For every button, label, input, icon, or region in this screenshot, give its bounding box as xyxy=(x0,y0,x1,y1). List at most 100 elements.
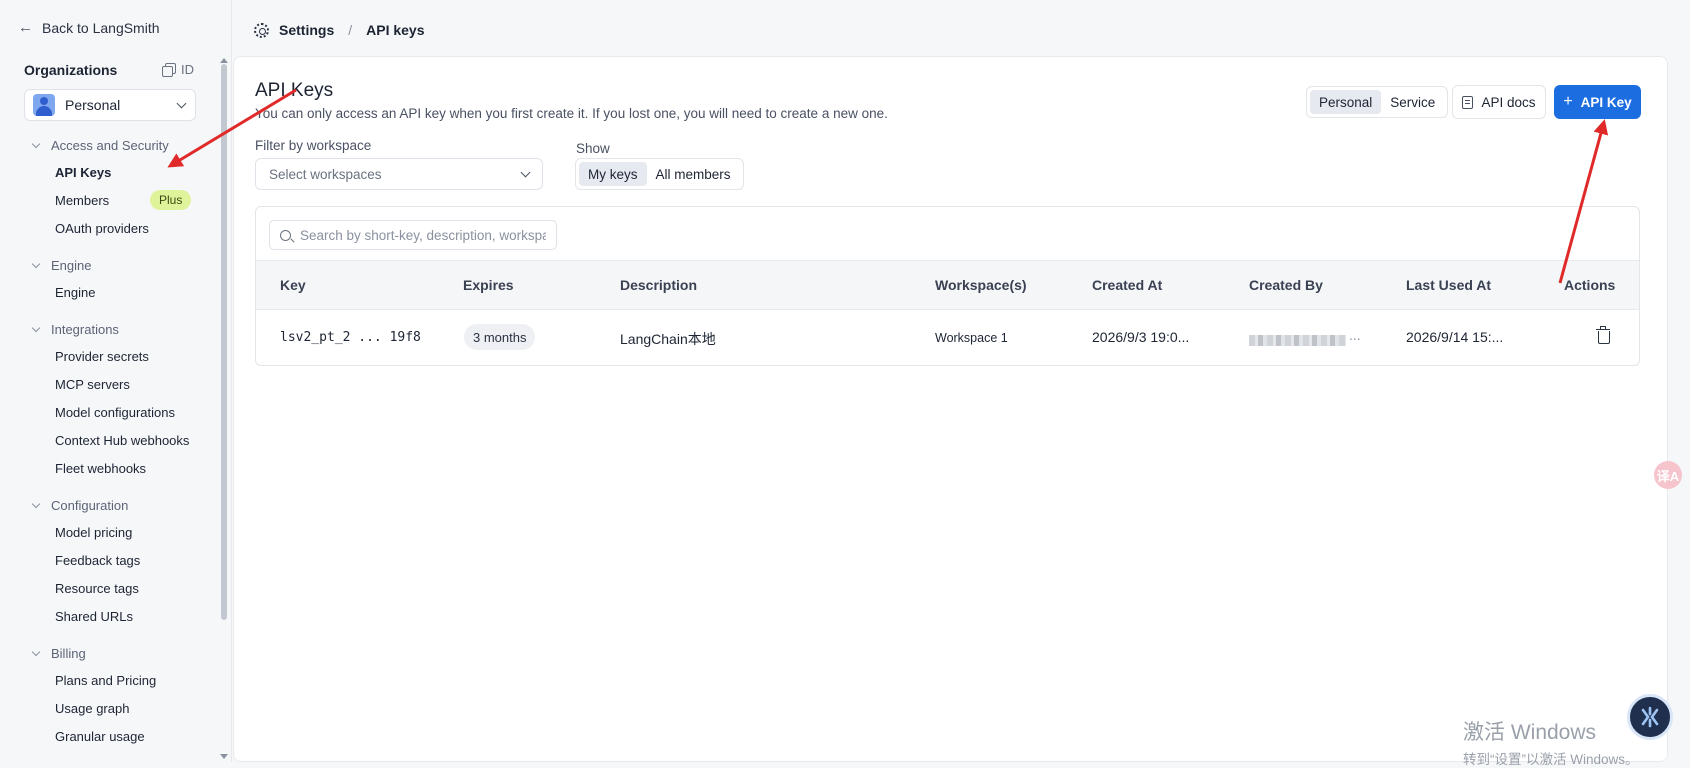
table-header: Key Expires Description Workspace(s) Cre… xyxy=(256,260,1639,310)
column-header-workspaces: Workspace(s) xyxy=(935,277,1027,293)
column-header-key: Key xyxy=(280,277,306,293)
sidebar-item-engine[interactable]: Engine xyxy=(0,278,218,306)
nav-group-header[interactable]: Configuration xyxy=(0,492,218,518)
organizations-label: Organizations xyxy=(24,62,118,78)
add-api-key-button[interactable]: + API Key xyxy=(1554,85,1641,119)
watermark-line1: 激活 Windows xyxy=(1463,721,1597,744)
organization-name: Personal xyxy=(65,97,121,113)
cell-last-used-at: 2026/9/14 15:... xyxy=(1406,329,1504,345)
arrow-left-icon: ← xyxy=(18,19,33,36)
workspace-select[interactable]: Select workspaces xyxy=(255,158,543,190)
page-title: API Keys xyxy=(255,80,334,101)
sidebar-item-plans-pricing[interactable]: Plans and Pricing xyxy=(0,666,218,694)
table-row[interactable]: lsv2_pt_2 ... 19f8 3 months LangChain本地 … xyxy=(256,311,1639,365)
sidebar-item-api-keys[interactable]: API Keys xyxy=(0,158,218,186)
api-docs-button[interactable]: API docs xyxy=(1452,85,1546,119)
nav-group-header[interactable]: Access and Security xyxy=(0,132,218,158)
column-header-last-used-at: Last Used At xyxy=(1406,277,1492,293)
cell-description: LangChain本地 xyxy=(620,331,716,347)
windows-activation-watermark: 激活 Windows 转到“设置”以激活 Windows。 xyxy=(1463,716,1639,768)
filter-workspace-label: Filter by workspace xyxy=(255,138,372,153)
column-header-description: Description xyxy=(620,277,698,293)
tab-all-members[interactable]: All members xyxy=(647,162,740,186)
sidebar: ← Back to LangSmith Organizations ID Per… xyxy=(0,0,232,762)
cell-key: lsv2_pt_2 ... 19f8 xyxy=(280,330,421,345)
api-docs-label: API docs xyxy=(1481,94,1536,110)
nav-group-access-security: Access and Security API Keys Members Plu… xyxy=(0,132,218,242)
sidebar-item-oauth-providers[interactable]: OAuth providers xyxy=(0,214,218,242)
sidebar-item-provider-secrets[interactable]: Provider secrets xyxy=(0,342,218,370)
sidebar-item-mcp-servers[interactable]: MCP servers xyxy=(0,370,218,398)
nav-group-title: Configuration xyxy=(51,497,129,513)
tab-service[interactable]: Service xyxy=(1381,90,1444,114)
breadcrumb-separator: / xyxy=(348,22,353,38)
avatar xyxy=(33,94,55,116)
sidebar-item-shared-urls[interactable]: Shared URLs xyxy=(0,602,218,630)
nav-group-title: Billing xyxy=(51,645,86,661)
sidebar-scrollbar[interactable] xyxy=(221,64,227,620)
column-header-created-at: Created At xyxy=(1092,277,1163,293)
trash-icon[interactable] xyxy=(1596,326,1610,344)
sidebar-item-model-configurations[interactable]: Model configurations xyxy=(0,398,218,426)
chevron-down-icon xyxy=(31,647,41,656)
workspace-select-placeholder: Select workspaces xyxy=(269,166,382,182)
search-icon xyxy=(280,229,291,241)
scroll-up-icon[interactable] xyxy=(220,58,228,63)
page-subtitle: You can only access an API key when you … xyxy=(255,106,888,121)
expires-badge: 3 months xyxy=(464,324,536,350)
chevron-down-icon xyxy=(31,259,41,268)
sidebar-item-members[interactable]: Members Plus xyxy=(0,186,218,214)
breadcrumb-current: API keys xyxy=(366,22,425,38)
sidebar-item-resource-tags[interactable]: Resource tags xyxy=(0,574,218,602)
organization-select[interactable]: Personal xyxy=(24,89,196,121)
key-type-toggle: Personal Service xyxy=(1306,86,1449,118)
sidebar-item-label: Members xyxy=(55,192,110,208)
back-to-langsmith-link[interactable]: ← Back to LangSmith xyxy=(18,19,160,36)
add-api-key-label: API Key xyxy=(1580,94,1632,110)
search-input[interactable] xyxy=(300,227,546,243)
nav-group-engine: Engine Engine xyxy=(0,252,218,306)
nav-group-title: Integrations xyxy=(51,321,119,337)
nav-group-title: Engine xyxy=(51,257,92,273)
sidebar-item-fleet-webhooks[interactable]: Fleet webhooks xyxy=(0,454,218,482)
column-header-created-by: Created By xyxy=(1249,277,1323,293)
copy-org-id-button[interactable]: ID xyxy=(162,62,194,77)
nav-group-integrations: Integrations Provider secrets MCP server… xyxy=(0,316,218,482)
chevron-down-icon xyxy=(31,139,41,148)
chevron-down-icon xyxy=(31,323,41,332)
cell-created-at: 2026/9/3 19:0... xyxy=(1092,329,1190,345)
scroll-down-icon[interactable] xyxy=(220,754,228,759)
nav-group-header[interactable]: Integrations xyxy=(0,316,218,342)
nav-group-header[interactable]: Billing xyxy=(0,640,218,666)
translate-icon[interactable]: 译A xyxy=(1654,461,1682,489)
sidebar-item-feedback-tags[interactable]: Feedback tags xyxy=(0,546,218,574)
cell-created-by-redacted xyxy=(1249,335,1346,346)
breadcrumb: Settings / API keys xyxy=(254,22,425,38)
copy-icon xyxy=(162,63,176,77)
sidebar-item-granular-usage[interactable]: Granular usage xyxy=(0,722,218,750)
chevron-down-icon xyxy=(31,499,41,508)
tab-personal[interactable]: Personal xyxy=(1310,90,1382,114)
org-id-label: ID xyxy=(181,62,194,77)
plus-badge: Plus xyxy=(150,190,192,210)
cell-created-by-ellipsis: ... xyxy=(1349,327,1361,343)
tab-my-keys[interactable]: My keys xyxy=(579,162,647,186)
nav-group-header[interactable]: Engine xyxy=(0,252,218,278)
chevron-down-icon xyxy=(176,98,187,108)
sparkle-icon xyxy=(1641,706,1659,728)
nav-group-billing: Billing Plans and Pricing Usage graph Gr… xyxy=(0,640,218,750)
plus-icon: + xyxy=(1563,93,1573,110)
cell-workspace: Workspace 1 xyxy=(935,331,1008,345)
chevron-down-icon xyxy=(520,167,531,177)
sidebar-item-model-pricing[interactable]: Model pricing xyxy=(0,518,218,546)
nav-group-title: Access and Security xyxy=(51,137,169,153)
column-header-actions: Actions xyxy=(1564,277,1616,293)
search-field[interactable] xyxy=(269,220,557,250)
column-header-expires: Expires xyxy=(463,277,514,293)
document-icon xyxy=(1462,95,1474,109)
back-link-label: Back to LangSmith xyxy=(42,19,160,36)
nav-group-configuration: Configuration Model pricing Feedback tag… xyxy=(0,492,218,630)
breadcrumb-settings[interactable]: Settings xyxy=(279,22,334,38)
sidebar-item-context-hub-webhooks[interactable]: Context Hub webhooks xyxy=(0,426,218,454)
sidebar-item-usage-graph[interactable]: Usage graph xyxy=(0,694,218,722)
